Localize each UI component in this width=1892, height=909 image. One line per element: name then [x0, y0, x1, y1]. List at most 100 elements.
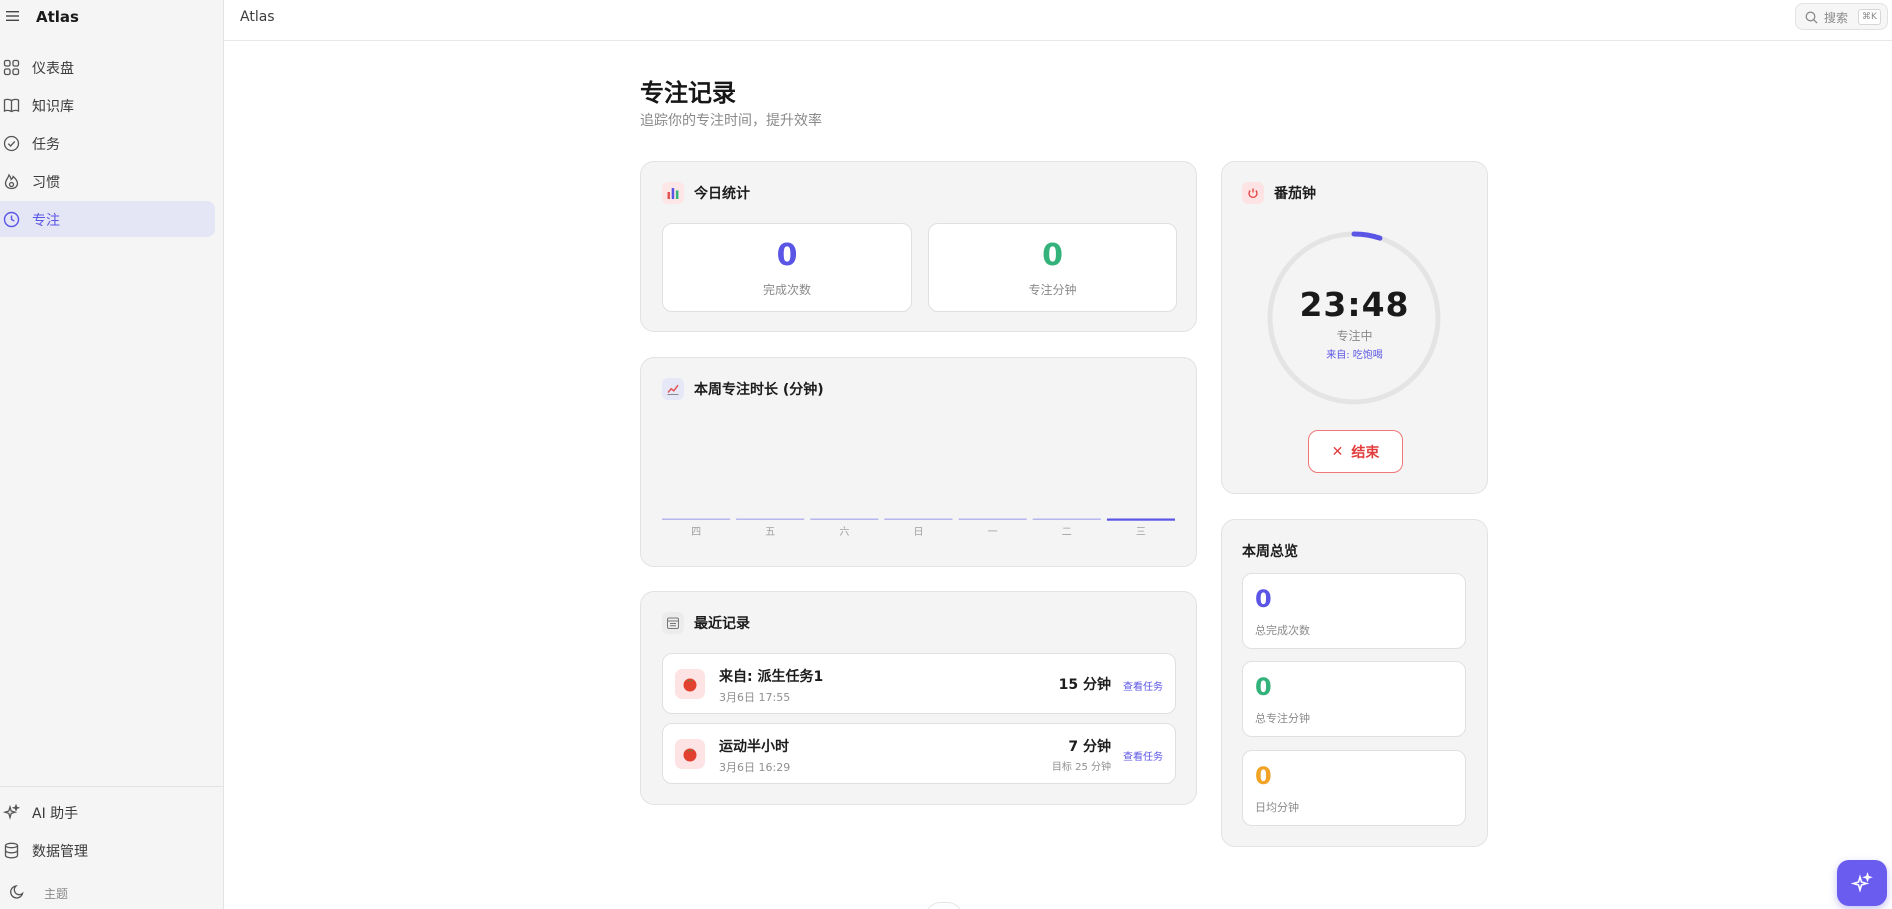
chart-bar-六: [810, 518, 879, 520]
dashboard-icon: [3, 59, 20, 76]
sidebar-item-dashboard[interactable]: 仪表盘: [0, 49, 215, 85]
stat-value: 0: [1042, 238, 1063, 273]
chart-bar-五: [736, 518, 805, 520]
pomodoro-card: 番茄钟 23:48 专注中 来自: 吃饱喝 ✕ 结束: [1221, 161, 1488, 494]
breadcrumb: Atlas: [240, 9, 275, 25]
ai-assistant-fab[interactable]: [1837, 860, 1887, 906]
overview-label: 日均分钟: [1255, 801, 1299, 814]
stat-completed: 0 完成次数: [662, 223, 912, 312]
stat-label: 完成次数: [762, 283, 811, 297]
scroll-hint: [926, 902, 962, 909]
weekly-chart-card: 本周专注时长 (分钟) 四 五 六 日 一 二 三: [640, 357, 1197, 567]
sidebar-item-data-management[interactable]: 数据管理: [0, 832, 215, 868]
book-icon: [3, 98, 20, 113]
timer-display: 23:48: [1299, 285, 1410, 324]
flame-icon: [4, 173, 19, 190]
sidebar-divider: [0, 786, 224, 787]
record-time: 3月6日 17:55: [719, 691, 791, 704]
overview-value: 0: [1255, 585, 1272, 613]
sparkle-icon: [3, 804, 20, 820]
record-duration: 7 分钟: [1068, 739, 1111, 755]
end-button[interactable]: ✕ 结束: [1308, 430, 1403, 473]
record-title: 运动半小时: [719, 739, 789, 755]
sidebar-item-label: 任务: [32, 137, 60, 153]
tomato-icon: [675, 669, 705, 699]
trend-icon: [662, 378, 684, 400]
search-button[interactable]: 搜索 ⌘K: [1795, 3, 1888, 30]
theme-toggle[interactable]: 主题: [0, 876, 215, 906]
sidebar-item-ai-assistant[interactable]: AI 助手: [0, 794, 215, 830]
menu-icon[interactable]: [6, 9, 20, 23]
close-icon: ✕: [1331, 443, 1344, 460]
sidebar-item-label: 知识库: [32, 99, 74, 115]
week-overview-card: 本周总览 0 总完成次数 0 总专注分钟 0 日均分钟: [1221, 519, 1488, 847]
chart-bar-一: [958, 518, 1027, 520]
today-stats-card: 今日统计 0 完成次数 0 专注分钟: [640, 161, 1197, 332]
check-circle-icon: [3, 135, 20, 152]
clock-icon: [3, 211, 20, 228]
overview-value: 0: [1255, 673, 1272, 701]
view-task-link[interactable]: 查看任务: [1123, 678, 1163, 693]
moon-icon: [10, 885, 24, 899]
list-item[interactable]: 运动半小时 3月6日 16:29 7 分钟 目标 25 分钟 查看任务: [662, 723, 1176, 784]
card-title: 本周专注时长 (分钟): [694, 382, 824, 398]
overview-value: 0: [1255, 762, 1272, 790]
weekly-bar-chart: 四五六日一二三: [662, 518, 1175, 538]
sidebar-item-label: 习惯: [32, 175, 60, 191]
tomato-icon: [675, 739, 705, 769]
sidebar-item-label: 专注: [32, 213, 60, 229]
stat-value: 0: [776, 238, 798, 273]
chart-bar-二: [1032, 518, 1101, 520]
chart-x-label: 二: [1062, 527, 1072, 538]
record-goal: 目标 25 分钟: [1051, 762, 1111, 773]
search-shortcut: ⌘K: [1858, 9, 1881, 25]
sidebar-item-label: 仪表盘: [32, 61, 74, 77]
chart-x-label: 六: [839, 526, 849, 538]
card-title: 今日统计: [694, 186, 750, 202]
timer-state: 专注中: [1336, 329, 1373, 343]
sidebar-item-label: AI 助手: [32, 806, 79, 822]
end-button-label: 结束: [1351, 444, 1380, 461]
calendar-icon: [662, 612, 684, 634]
overview-total-completed: 0 总完成次数: [1242, 573, 1466, 649]
theme-label: 主题: [44, 887, 69, 901]
overview-label: 总专注分钟: [1255, 712, 1310, 725]
view-task-link[interactable]: 查看任务: [1123, 748, 1163, 763]
record-duration: 15 分钟: [1058, 677, 1111, 693]
chart-x-label: 五: [765, 527, 775, 538]
sidebar-item-focus[interactable]: 专注: [0, 201, 215, 237]
sparkle-icon: [1851, 872, 1873, 893]
stat-minutes: 0 专注分钟: [928, 223, 1177, 312]
overview-total-minutes: 0 总专注分钟: [1242, 661, 1466, 737]
brand: Atlas: [0, 0, 224, 34]
chart-x-label: 一: [988, 527, 998, 538]
stat-label: 专注分钟: [1028, 283, 1077, 297]
overview-daily-average: 0 日均分钟: [1242, 750, 1466, 826]
timer-source-link[interactable]: 来自: 吃饱喝: [1222, 346, 1487, 361]
page-subtitle: 追踪你的专注时间，提升效率: [640, 113, 822, 129]
recent-records-card: 最近记录 来自: 派生任务1 3月6日 17:55 15 分钟 查看任务 运动半…: [640, 591, 1197, 805]
topbar: Atlas 搜索 ⌘K: [224, 0, 1892, 41]
card-title: 番茄钟: [1274, 186, 1316, 202]
chart-x-label: 日: [914, 527, 924, 538]
list-item[interactable]: 来自: 派生任务1 3月6日 17:55 15 分钟 查看任务: [662, 653, 1176, 714]
chart-bar-四: [662, 518, 731, 520]
record-time: 3月6日 16:29: [719, 761, 791, 774]
search-icon: [1805, 11, 1818, 24]
card-title: 最近记录: [694, 616, 750, 632]
sidebar-item-habits[interactable]: 习惯: [0, 163, 215, 199]
record-title: 来自: 派生任务1: [719, 669, 824, 685]
sidebar-item-label: 数据管理: [32, 844, 88, 860]
sidebar-item-tasks[interactable]: 任务: [0, 125, 215, 161]
chart-bar-三: [1106, 518, 1175, 521]
timer-icon: [1242, 182, 1264, 204]
database-icon: [4, 842, 19, 859]
app-name: Atlas: [36, 8, 79, 26]
card-title: 本周总览: [1242, 544, 1298, 560]
sidebar-item-knowledge[interactable]: 知识库: [0, 87, 215, 123]
sidebar: Atlas 仪表盘 知识库 任务 习惯 专注 AI 助手 数据管理 主题: [0, 0, 224, 909]
chart-bar-日: [884, 518, 953, 520]
bar-chart-icon: [662, 182, 684, 204]
search-placeholder: 搜索: [1824, 11, 1849, 25]
page-title: 专注记录: [640, 79, 736, 107]
